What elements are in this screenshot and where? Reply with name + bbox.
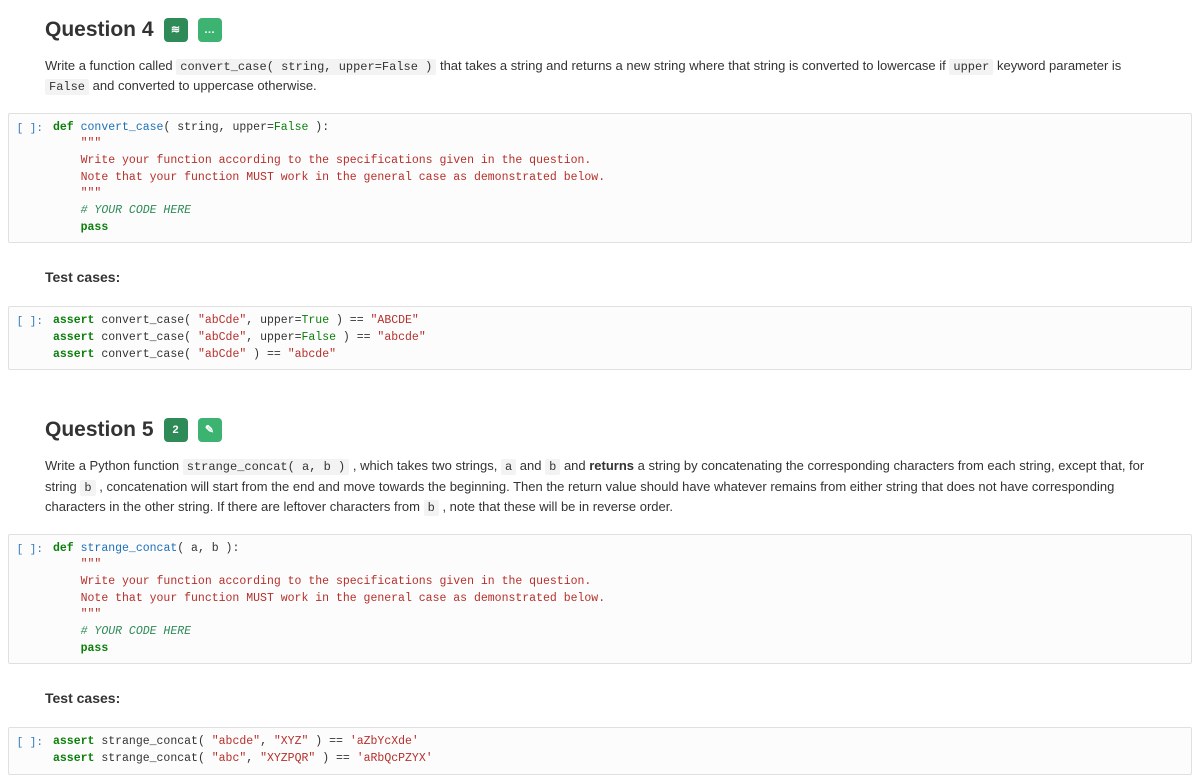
question-4-title: Question 4: [45, 14, 154, 46]
mid: , upper=: [246, 314, 301, 327]
q5-desc-pre: Write a Python function: [45, 458, 183, 473]
expected: 'aZbYcXde': [350, 735, 419, 748]
docstring-line2: Note that your function MUST work in the…: [81, 592, 606, 605]
question-4-description: Write a function called convert_case( st…: [45, 52, 1155, 97]
expected: 'aRbQcPZYX': [357, 752, 433, 765]
sep: ,: [246, 752, 260, 765]
expected: "abcde": [288, 348, 336, 361]
q5-tests-heading: Test cases:: [45, 682, 1155, 711]
cell-prompt: [ ]:: [9, 535, 49, 559]
docstring-open: """: [81, 558, 102, 571]
call: strange_concat(: [94, 752, 211, 765]
arg2: "XYZPQR": [260, 752, 315, 765]
q5-code-cell[interactable]: [ ]: def strange_concat( a, b ): """ Wri…: [8, 534, 1192, 665]
q5-a-code: a: [501, 459, 516, 475]
question-5-title-row: Question 5 2 ✎: [45, 408, 1155, 452]
q5-signature-code: strange_concat( a, b ): [183, 459, 349, 475]
def-keyword: def: [53, 542, 74, 555]
returns-bold: returns: [589, 458, 634, 473]
q5-tests-cell[interactable]: [ ]: assert strange_concat( "abcde", "XY…: [8, 727, 1192, 774]
call: convert_case(: [94, 314, 198, 327]
pass-keyword: pass: [81, 221, 109, 234]
false-literal: False: [274, 121, 309, 134]
q4-false-code: False: [45, 79, 89, 95]
params-open: ( string, upper=: [163, 121, 273, 134]
docstring-open: """: [81, 137, 102, 150]
q4-desc-mid2: keyword parameter is: [997, 58, 1121, 73]
arg: "abCde": [198, 331, 246, 344]
q4-badge-1-icon: ≋: [164, 18, 188, 42]
q4-code-cell[interactable]: [ ]: def convert_case( string, upper=Fal…: [8, 113, 1192, 244]
fn-name: convert_case: [81, 121, 164, 134]
q4-signature-code: convert_case( string, upper=False ): [176, 59, 436, 75]
q5-tests-body[interactable]: assert strange_concat( "abcde", "XYZ" ) …: [49, 728, 1191, 773]
assert-kw: assert: [53, 314, 94, 327]
docstring-line1: Write your function according to the spe…: [81, 575, 592, 588]
q5-desc-post: , note that these will be in reverse ord…: [442, 499, 673, 514]
and2: and: [564, 458, 589, 473]
sep: ,: [260, 735, 274, 748]
bool: False: [301, 331, 336, 344]
q5-tests-heading-block: Test cases:: [0, 674, 1200, 723]
q4-code-body[interactable]: def convert_case( string, upper=False ):…: [49, 114, 1191, 243]
q5-b-code-3: b: [424, 500, 439, 516]
q5-badge-2-icon: ✎: [198, 418, 222, 442]
q4-desc-mid1: that takes a string and returns a new st…: [440, 58, 949, 73]
assert-kw: assert: [53, 752, 94, 765]
q5-code-body[interactable]: def strange_concat( a, b ): """ Write yo…: [49, 535, 1191, 664]
params-close: ):: [308, 121, 329, 134]
call: strange_concat(: [94, 735, 211, 748]
call: convert_case(: [94, 348, 198, 361]
docstring-line2: Note that your function MUST work in the…: [81, 171, 606, 184]
mid: , upper=: [246, 331, 301, 344]
q4-upper-code: upper: [949, 59, 993, 75]
expected: "abcde": [377, 331, 425, 344]
docstring-close: """: [81, 187, 102, 200]
expected: "ABCDE": [371, 314, 419, 327]
docstring-close: """: [81, 608, 102, 621]
q4-desc-pre: Write a function called: [45, 58, 176, 73]
assert-kw: assert: [53, 331, 94, 344]
params: ( a, b ):: [177, 542, 239, 555]
assert-kw: assert: [53, 348, 94, 361]
question-4-heading-block: Question 4 ≋ … Write a function called c…: [0, 0, 1200, 109]
arg: "abCde": [198, 348, 246, 361]
and1: and: [520, 458, 545, 473]
arg: "abCde": [198, 314, 246, 327]
cell-prompt: [ ]:: [9, 307, 49, 331]
q4-badge-2-icon: …: [198, 18, 222, 42]
your-code-comment: # YOUR CODE HERE: [81, 204, 191, 217]
q4-tests-body[interactable]: assert convert_case( "abCde", upper=True…: [49, 307, 1191, 369]
question-5-description: Write a Python function strange_concat( …: [45, 452, 1155, 518]
call: convert_case(: [94, 331, 198, 344]
q4-tests-heading-block: Test cases:: [0, 253, 1200, 302]
q4-tests-heading: Test cases:: [45, 261, 1155, 290]
cell-prompt: [ ]:: [9, 114, 49, 138]
q4-tests-cell[interactable]: [ ]: assert convert_case( "abCde", upper…: [8, 306, 1192, 370]
eq: ) ==: [315, 752, 356, 765]
eq: ) ==: [329, 314, 370, 327]
q5-desc-mid1: , which takes two strings,: [353, 458, 501, 473]
arg1: "abcde": [212, 735, 260, 748]
assert-kw: assert: [53, 735, 94, 748]
q5-badge-1-icon: 2: [164, 418, 188, 442]
cell-prompt: [ ]:: [9, 728, 49, 752]
arg1: "abc": [212, 752, 247, 765]
pass-keyword: pass: [81, 642, 109, 655]
bool: True: [301, 314, 329, 327]
question-5-heading-block: Question 5 2 ✎ Write a Python function s…: [0, 380, 1200, 529]
question-5-title: Question 5: [45, 414, 154, 446]
q5-b-code: b: [545, 459, 560, 475]
arg2: "XYZ": [274, 735, 309, 748]
q4-desc-post: and converted to uppercase otherwise.: [93, 78, 317, 93]
eq: ) ==: [246, 348, 287, 361]
your-code-comment: # YOUR CODE HERE: [81, 625, 191, 638]
question-4-title-row: Question 4 ≋ …: [45, 8, 1155, 52]
eq: ) ==: [308, 735, 349, 748]
fn-name: strange_concat: [81, 542, 178, 555]
q5-b-code-2: b: [80, 480, 95, 496]
docstring-line1: Write your function according to the spe…: [81, 154, 592, 167]
def-keyword: def: [53, 121, 74, 134]
eq: ) ==: [336, 331, 377, 344]
